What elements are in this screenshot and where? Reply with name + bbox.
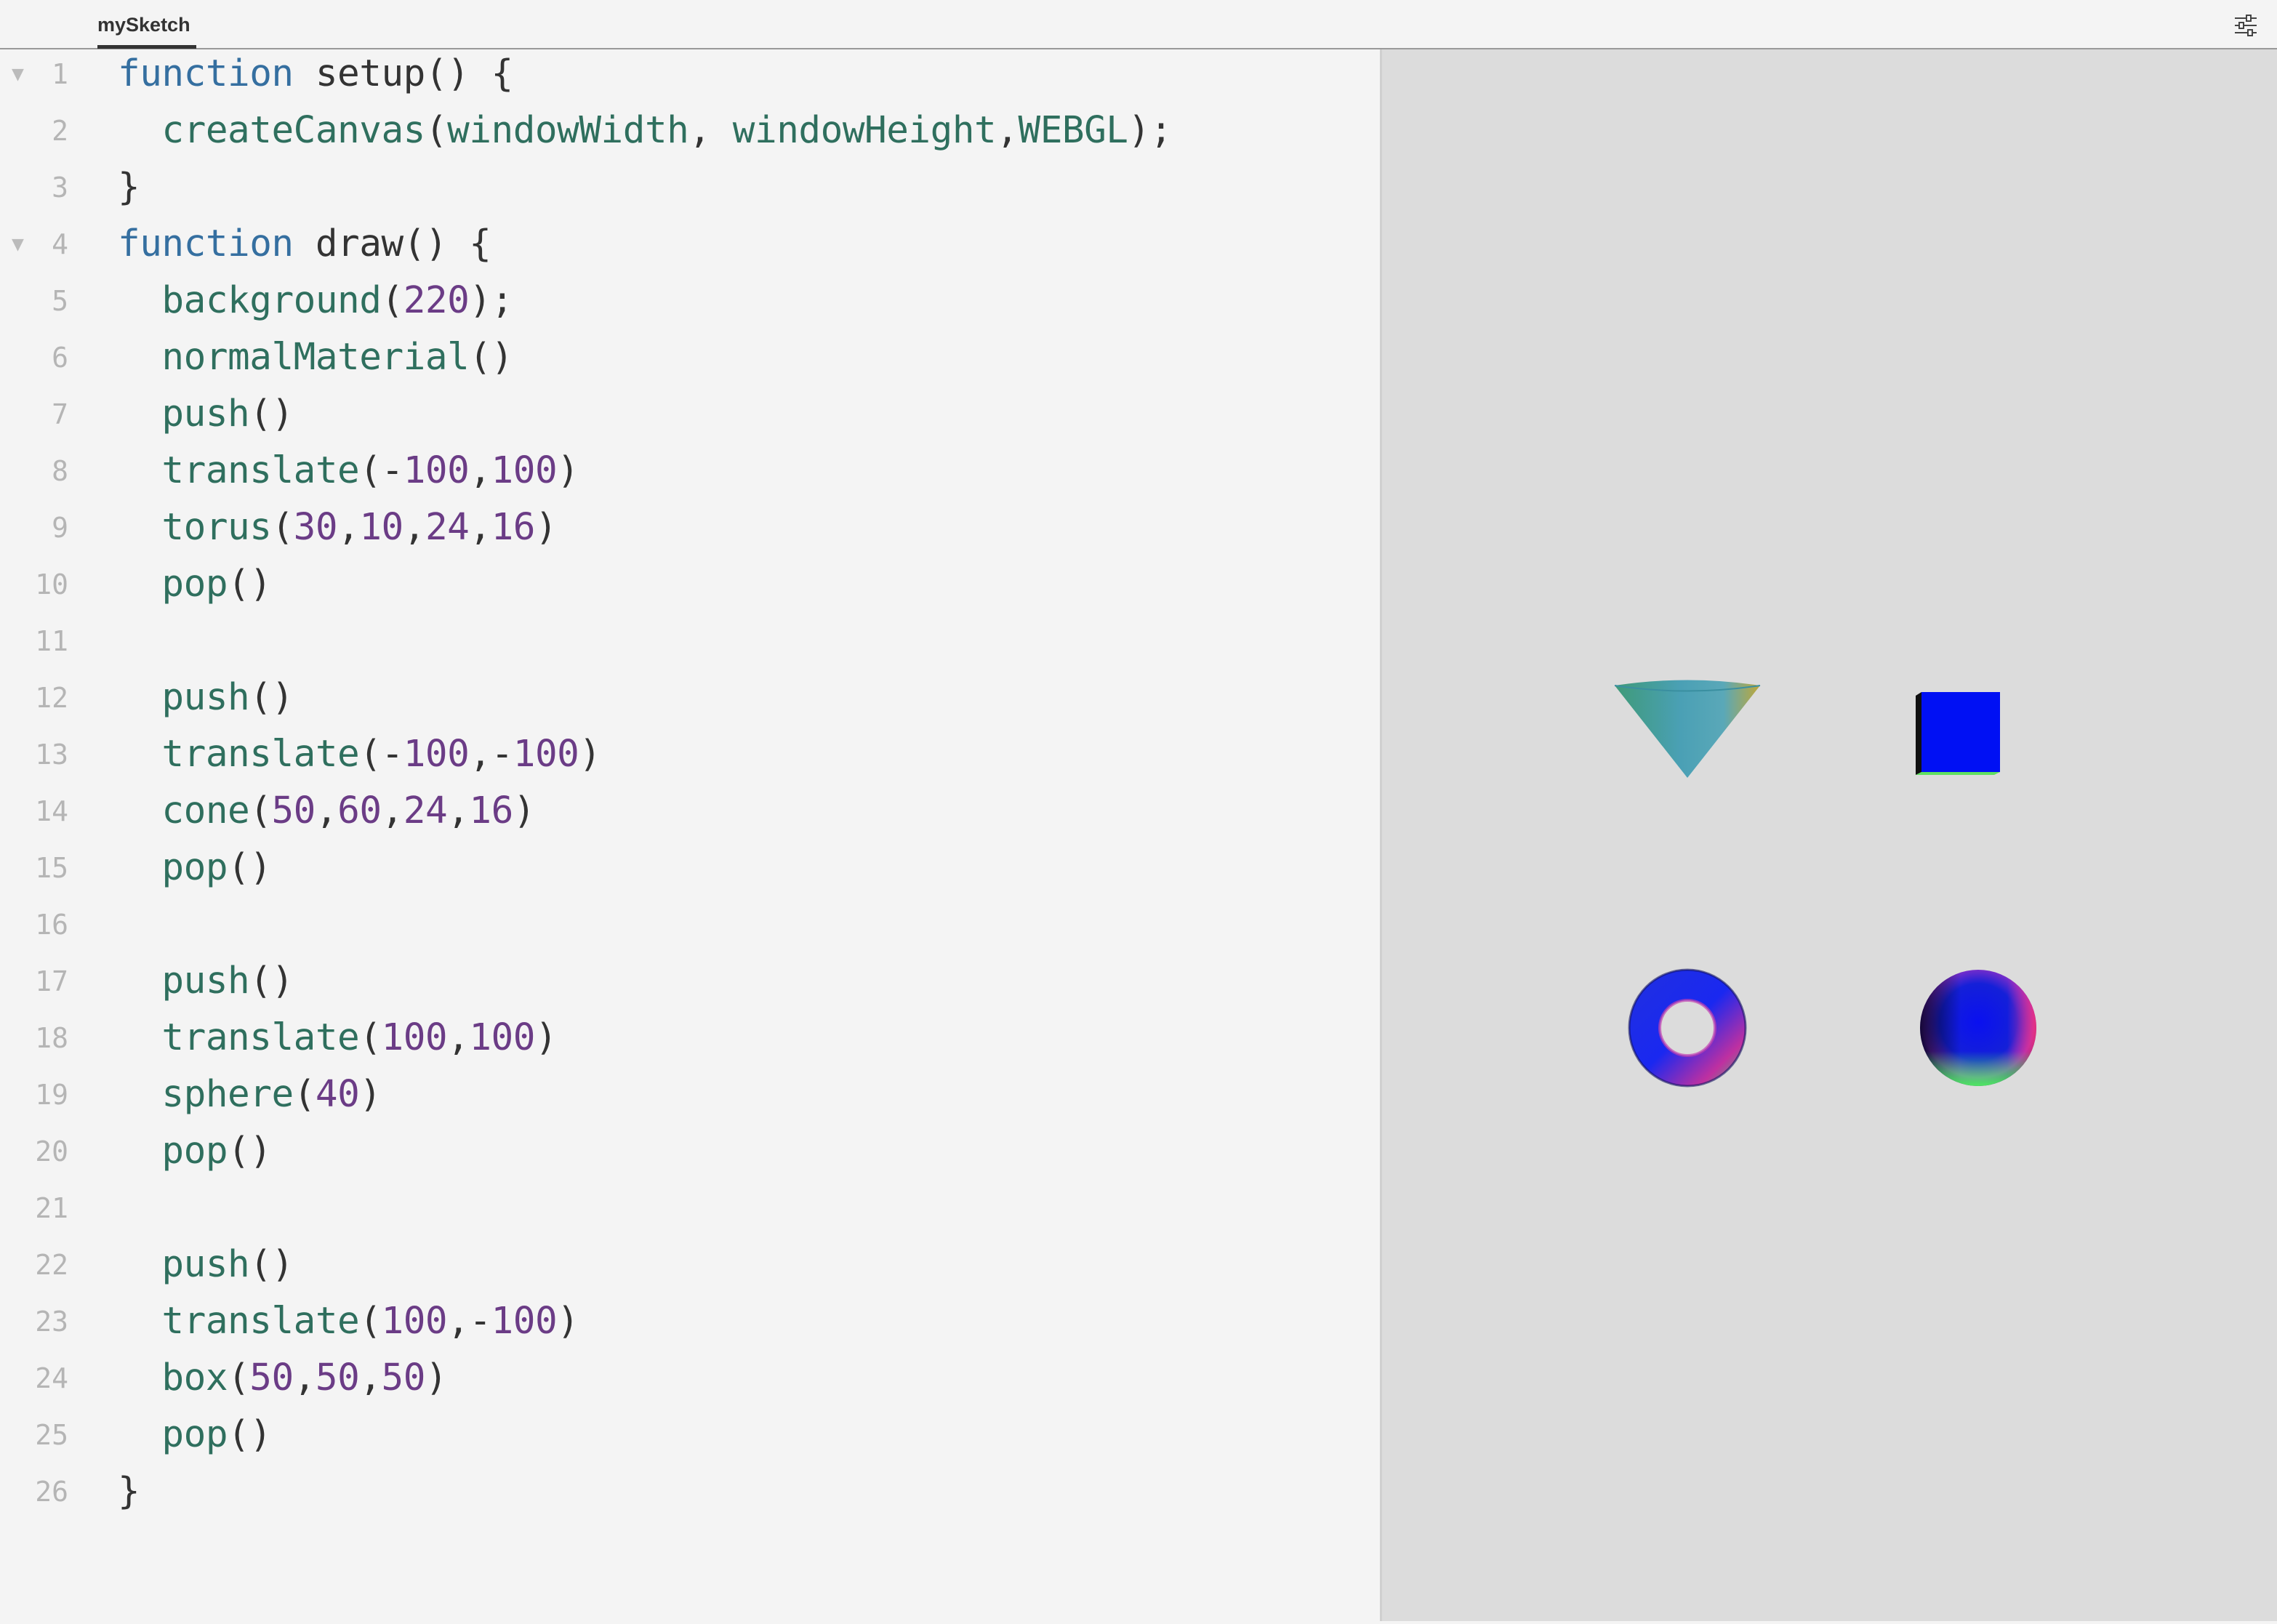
code-line[interactable]: 23 translate(100,-100) [0,1297,1380,1354]
line-number: 3 [52,172,68,204]
line-number: 6 [52,342,68,374]
code-line[interactable]: 26} [0,1467,1380,1524]
code-text[interactable]: createCanvas(windowWidth, windowHeight,W… [118,109,1172,152]
code-text[interactable]: translate(100,-100) [118,1300,579,1343]
code-line[interactable]: 21 [0,1183,1380,1240]
code-line[interactable]: 19 sphere(40) [0,1070,1380,1127]
code-text[interactable]: push() [118,393,294,435]
line-number: 2 [52,115,68,147]
code-line[interactable]: 11 [0,616,1380,673]
code-text[interactable]: pop() [118,846,272,889]
code-line[interactable]: 24 box(50,50,50) [0,1354,1380,1410]
line-number: 15 [35,852,68,884]
code-line[interactable]: 15 pop() [0,843,1380,900]
line-number: 24 [35,1362,68,1394]
code-line[interactable]: 10 pop() [0,560,1380,616]
line-number: 14 [35,795,68,827]
code-text[interactable]: pop() [118,1130,272,1173]
line-number: 5 [52,285,68,317]
line-number: 7 [52,398,68,430]
code-text[interactable]: pop() [118,1413,272,1456]
line-number: 20 [35,1135,68,1167]
line-number: 10 [35,568,68,600]
code-line[interactable]: ▼ 1 function setup() { [0,49,1380,106]
code-text[interactable]: cone(50,60,24,16) [118,789,535,832]
code-line[interactable]: 13 translate(-100,-100) [0,730,1380,787]
line-number: 23 [35,1306,68,1338]
code-line[interactable]: 2 createCanvas(windowWidth, windowHeight… [0,106,1380,163]
line-number: 17 [35,965,68,997]
code-line[interactable]: 18 translate(100,100) [0,1013,1380,1070]
line-number: 4 [52,228,68,260]
line-number: 11 [35,625,68,657]
code-line[interactable]: ▼ 4 function draw() { [0,220,1380,276]
code-text[interactable]: translate(100,100) [118,1016,557,1059]
line-number: 12 [35,682,68,714]
top-bar: mySketch [0,0,2277,49]
line-number: 26 [35,1476,68,1508]
sketch-preview-canvas[interactable] [1382,49,2277,1621]
code-text[interactable]: } [118,166,140,209]
line-number: 22 [35,1249,68,1281]
code-line[interactable]: 9 torus(30,10,24,16) [0,503,1380,560]
line-number: 1 [52,58,68,90]
line-number: 19 [35,1079,68,1111]
code-text[interactable]: pop() [118,563,272,606]
code-text[interactable]: } [118,1470,140,1513]
webgl-canvas [1614,680,2036,1088]
code-line[interactable]: 7 push() [0,390,1380,446]
tab-mysketch[interactable]: mySketch [97,0,190,49]
code-text[interactable]: function setup() { [118,52,513,95]
code-text[interactable]: box(50,50,50) [118,1356,447,1399]
active-tab-indicator [97,45,196,49]
code-line[interactable]: 5 background(220); [0,276,1380,333]
torus-shape [1628,968,1747,1088]
code-text[interactable]: push() [118,1243,294,1286]
line-number: 25 [35,1419,68,1451]
code-line[interactable]: 17 push() [0,957,1380,1013]
code-text[interactable]: normalMaterial() [118,336,513,379]
code-text[interactable]: translate(-100,100) [118,449,579,492]
line-number: 9 [52,512,68,544]
code-line[interactable]: 22 push() [0,1240,1380,1297]
code-text[interactable]: sphere(40) [118,1073,382,1116]
code-text[interactable]: push() [118,676,294,719]
line-number: 18 [35,1022,68,1054]
line-number: 8 [52,455,68,487]
box-shape [1916,692,2000,775]
code-line[interactable]: 6 normalMaterial() [0,333,1380,390]
code-line[interactable]: 12 push() [0,673,1380,730]
code-text[interactable]: function draw() { [118,222,491,265]
code-text[interactable]: background(220); [118,279,513,322]
code-text[interactable]: translate(-100,-100) [118,733,601,776]
line-number: 13 [35,739,68,771]
code-line[interactable]: 25 pop() [0,1410,1380,1467]
code-line[interactable]: 14 cone(50,60,24,16) [0,787,1380,843]
code-line[interactable]: 16 [0,900,1380,957]
code-line[interactable]: 3} [0,163,1380,220]
sphere-shape [1920,970,2036,1086]
line-number: 16 [35,909,68,941]
code-editor[interactable]: ▼ 1 function setup() {2 createCanvas(windo… [0,49,1380,1621]
line-number: 21 [35,1192,68,1224]
sliders-icon[interactable] [2233,13,2258,38]
code-line[interactable]: 8 translate(-100,100) [0,446,1380,503]
code-text[interactable]: torus(30,10,24,16) [118,506,557,549]
code-text[interactable]: push() [118,960,294,1002]
code-line[interactable]: 20 pop() [0,1127,1380,1183]
cone-shape [1614,680,1761,778]
